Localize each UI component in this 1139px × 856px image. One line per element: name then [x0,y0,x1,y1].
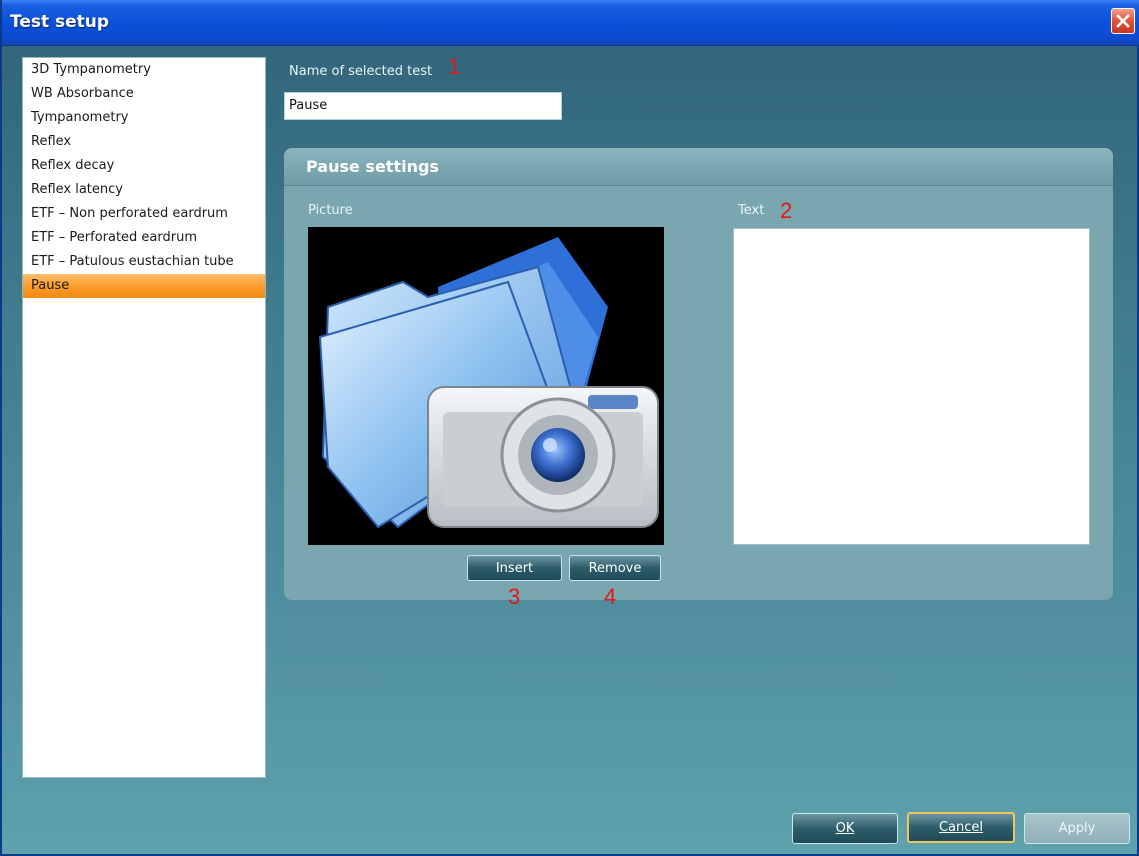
test-name-input[interactable]: Pause [284,92,562,120]
close-button[interactable] [1111,8,1135,34]
ok-button-label: OK [835,821,855,836]
test-item-3d-tympanometry[interactable]: 3D Tympanometry [23,58,265,82]
pause-settings-header: Pause settings [284,148,1113,186]
test-item-etf-perforated[interactable]: ETF – Perforated eardrum [23,226,265,250]
annotation-4: 4 [604,584,617,609]
test-item-etf-patulous[interactable]: ETF – Patulous eustachian tube [23,250,265,274]
test-setup-window: Test setup 3D Tympanometry WB Absorbance… [0,0,1139,856]
annotation-2: 2 [780,198,793,223]
test-item-etf-non-perforated[interactable]: ETF – Non perforated eardrum [23,202,265,226]
insert-picture-button[interactable]: Insert [467,555,562,581]
apply-button[interactable]: Apply [1024,813,1130,844]
window-title: Test setup [10,12,110,32]
annotation-1: 1 [448,54,461,79]
test-list[interactable]: 3D Tympanometry WB Absorbance Tympanomet… [22,57,266,778]
ok-button[interactable]: OK [792,813,898,844]
close-icon [1116,14,1130,28]
test-item-reflex[interactable]: Reflex [23,130,265,154]
picture-label: Picture [308,203,353,218]
folder-camera-icon [318,237,659,529]
apply-button-label: Apply [1058,821,1096,836]
name-field-label: Name of selected test [289,64,433,79]
pause-text-area[interactable] [733,228,1090,545]
test-item-pause[interactable]: Pause [23,274,265,298]
test-item-wb-absorbance[interactable]: WB Absorbance [23,82,265,106]
annotation-3: 3 [508,584,521,609]
test-item-reflex-decay[interactable]: Reflex decay [23,154,265,178]
title-bar[interactable]: Test setup [2,0,1139,46]
test-item-tympanometry[interactable]: Tympanometry [23,106,265,130]
cancel-button-label: Cancel [938,820,984,835]
test-item-reflex-latency[interactable]: Reflex latency [23,178,265,202]
remove-picture-button[interactable]: Remove [569,555,661,581]
insert-button-label: Insert [495,560,534,576]
pause-settings-title: Pause settings [306,157,439,176]
cancel-button[interactable]: Cancel [907,812,1015,843]
remove-button-label: Remove [588,560,642,576]
text-label: Text [738,203,765,218]
picture-preview[interactable] [308,227,664,545]
